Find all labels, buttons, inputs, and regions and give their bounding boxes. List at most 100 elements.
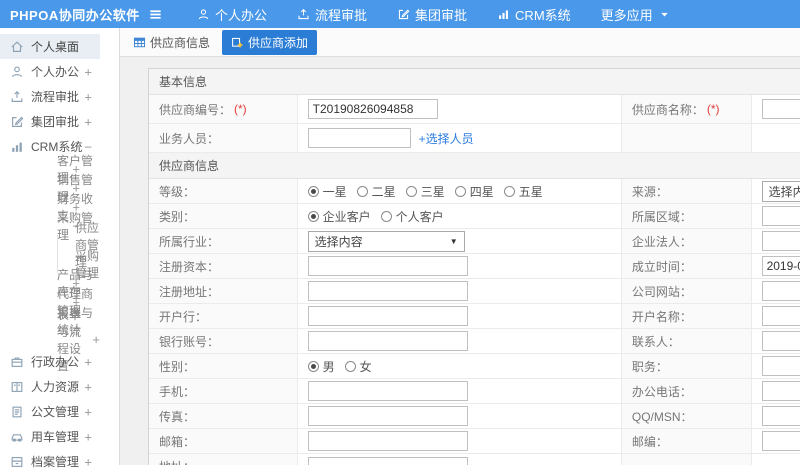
level-radio-2[interactable]: 三星 bbox=[405, 183, 445, 200]
sidebar-item[interactable]: 集团审批 + bbox=[0, 109, 100, 134]
account-name-input[interactable] bbox=[761, 306, 800, 326]
website-value-cell bbox=[752, 279, 800, 303]
registered-address-input[interactable] bbox=[307, 281, 468, 301]
expand-icon[interactable]: + bbox=[84, 454, 92, 469]
nav-group-approval[interactable]: 集团审批 bbox=[397, 5, 467, 24]
tab-supplier-add[interactable]: 供应商添加 bbox=[222, 29, 318, 55]
founded-time-label: 成立时间： bbox=[621, 254, 752, 278]
sidebar-item[interactable]: 流程审批 + bbox=[0, 84, 100, 109]
region-input[interactable] bbox=[761, 206, 800, 226]
source-value-cell: 选择内容▼ bbox=[752, 179, 800, 203]
gender-radio-label: 男 bbox=[322, 359, 335, 374]
grid-icon bbox=[133, 36, 146, 49]
office-phone-input[interactable] bbox=[761, 381, 800, 401]
sidebar-item[interactable]: 人力资源 + bbox=[0, 374, 100, 399]
industry-select[interactable]: 选择内容 ▼ bbox=[307, 230, 465, 252]
level-radio-4[interactable]: 五星 bbox=[503, 183, 543, 200]
contact-label: 联系人： bbox=[621, 329, 752, 353]
label-text: 地址： bbox=[159, 458, 195, 465]
expand-icon[interactable]: + bbox=[84, 114, 92, 129]
legal-person-label: 企业法人： bbox=[621, 229, 752, 253]
category-radio-1[interactable]: 个人客户 bbox=[380, 208, 444, 225]
mobile-input[interactable] bbox=[307, 381, 468, 401]
registered-capital-input[interactable] bbox=[307, 256, 468, 276]
expand-icon[interactable]: + bbox=[84, 379, 92, 394]
label-text: 性别： bbox=[159, 359, 196, 374]
radio-icon bbox=[454, 185, 466, 197]
supplier-name-input[interactable] bbox=[761, 99, 800, 119]
empty-value-cell bbox=[752, 454, 800, 465]
sidebar-item[interactable]: 用车管理 + bbox=[0, 424, 100, 449]
gender-radio-1[interactable]: 女 bbox=[344, 358, 372, 375]
sidebar-item-label: 行政办公 bbox=[31, 355, 80, 369]
form-row: 供应商编号：(*)供应商名称：(*) bbox=[149, 95, 800, 124]
sidebar-item[interactable]: 表单与流程设置 + bbox=[0, 308, 100, 373]
sidebar-item[interactable]: 公文管理 + bbox=[0, 399, 100, 424]
expand-icon[interactable]: + bbox=[84, 354, 92, 369]
legal-person-input[interactable] bbox=[761, 231, 800, 251]
founded-time-value-cell bbox=[752, 254, 800, 278]
label-text: 传真： bbox=[159, 409, 196, 424]
sidebar-item[interactable]: 档案管理 + bbox=[0, 449, 100, 474]
form-row: 传真： QQ/MSN： bbox=[149, 404, 800, 429]
supplier-code-input[interactable] bbox=[307, 99, 438, 119]
website-input[interactable] bbox=[761, 281, 800, 301]
car-icon bbox=[10, 430, 24, 444]
qq-msn-input[interactable] bbox=[761, 406, 800, 426]
form-row: 地址： bbox=[149, 454, 800, 465]
contact-input[interactable] bbox=[761, 331, 800, 351]
expand-icon[interactable]: + bbox=[92, 332, 100, 347]
level-radio-0[interactable]: 一星 bbox=[307, 183, 347, 200]
gender-radio-0[interactable]: 男 bbox=[307, 358, 335, 375]
level-radio-label: 一星 bbox=[322, 184, 347, 199]
title-input[interactable] bbox=[761, 356, 800, 376]
required-marker: (*) bbox=[234, 102, 247, 116]
account-name-label: 开户名称： bbox=[621, 304, 752, 328]
radio-icon bbox=[503, 185, 515, 197]
menu-icon[interactable] bbox=[148, 7, 163, 22]
radio-icon bbox=[380, 210, 392, 222]
address-input[interactable] bbox=[307, 456, 468, 465]
nav-crm-system[interactable]: CRM系统 bbox=[497, 5, 571, 24]
bank-input[interactable] bbox=[307, 306, 468, 326]
form-row: 注册地址： 公司网站： bbox=[149, 279, 800, 304]
form-row: 性别：男女职务： bbox=[149, 354, 800, 379]
category-radio-0[interactable]: 企业客户 bbox=[307, 208, 371, 225]
industry-value-cell: 选择内容 ▼ bbox=[298, 229, 622, 253]
staff-picker-link[interactable]: +选择人员 bbox=[419, 130, 474, 147]
level-radio-1[interactable]: 二星 bbox=[356, 183, 396, 200]
radio-icon bbox=[307, 210, 319, 222]
zipcode-label: 邮编： bbox=[621, 429, 752, 453]
sidebar-item[interactable]: 行政办公 + bbox=[0, 349, 100, 374]
nav-personal-office[interactable]: 个人办公 bbox=[197, 5, 267, 24]
staff-input[interactable] bbox=[307, 128, 411, 148]
expand-icon[interactable]: + bbox=[84, 404, 92, 419]
founded-time-input[interactable] bbox=[761, 256, 800, 276]
email-input[interactable] bbox=[307, 431, 468, 451]
label-text: 企业法人： bbox=[631, 234, 692, 249]
nav-more-apps[interactable]: 更多应用 bbox=[601, 5, 671, 24]
expand-icon[interactable]: + bbox=[84, 429, 92, 444]
flow-icon bbox=[10, 90, 24, 104]
source-select[interactable]: 选择内容▼ bbox=[761, 180, 800, 202]
zipcode-input[interactable] bbox=[761, 431, 800, 451]
tab-supplier-info[interactable]: 供应商信息 bbox=[133, 34, 210, 51]
level-radio-3[interactable]: 四星 bbox=[454, 183, 494, 200]
fax-input[interactable] bbox=[307, 406, 468, 426]
sidebar-item[interactable]: 个人办公 + bbox=[0, 59, 100, 84]
sidebar-item[interactable]: 个人桌面 bbox=[0, 34, 100, 59]
title-value-cell bbox=[752, 354, 800, 378]
form-row: 类别： 企业客户 个人客户 所属区域： bbox=[149, 204, 800, 229]
user-icon bbox=[10, 65, 24, 79]
form-row: 开户行： 开户名称： bbox=[149, 304, 800, 329]
expand-icon[interactable]: + bbox=[84, 64, 92, 79]
expand-icon[interactable]: + bbox=[84, 89, 92, 104]
supplier-name-label: 供应商名称： (*) bbox=[621, 95, 752, 123]
label-text: 公司网站： bbox=[631, 284, 692, 299]
supplier-form: 基本信息供应商编号：(*)供应商名称：(*)业务人员：+选择人员供应商信息等级：… bbox=[148, 68, 800, 465]
nav-flow-approval[interactable]: 流程审批 bbox=[297, 5, 367, 24]
dropdown-arrow-icon: ▼ bbox=[449, 236, 458, 246]
office-phone-value-cell bbox=[752, 379, 800, 403]
source-label: 来源： bbox=[621, 179, 752, 203]
bank-account-input[interactable] bbox=[307, 331, 468, 351]
